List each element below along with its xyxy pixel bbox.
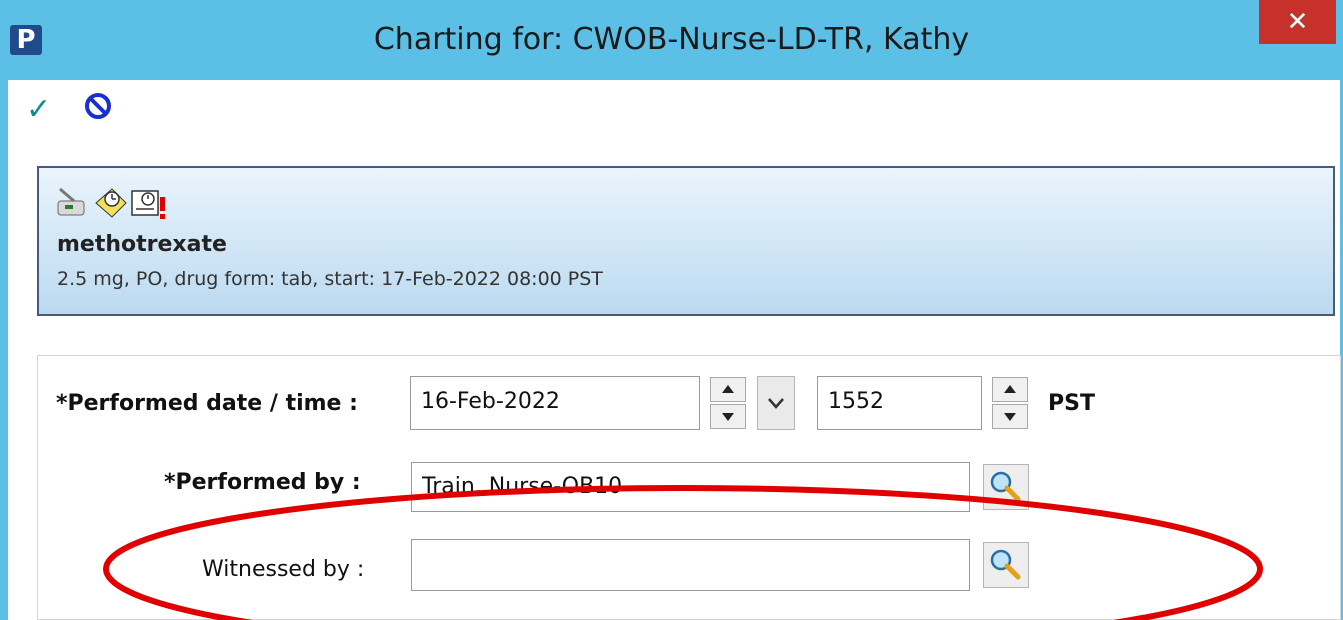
order-status-icons bbox=[57, 187, 165, 219]
witnessed-by-field[interactable] bbox=[411, 539, 970, 591]
performed-date-field[interactable]: 16-Feb-2022 bbox=[410, 376, 700, 430]
close-button[interactable]: ✕ bbox=[1259, 0, 1336, 44]
order-name: methotrexate bbox=[57, 232, 227, 257]
prohibited-icon[interactable] bbox=[84, 92, 112, 120]
title-bar[interactable]: P Charting for: CWOB-Nurse-LD-TR, Kathy … bbox=[0, 0, 1343, 80]
performed-by-search-button[interactable] bbox=[983, 464, 1029, 510]
magnifier-icon bbox=[990, 549, 1021, 580]
review-required-icon bbox=[131, 190, 165, 219]
date-spin-up-button[interactable] bbox=[710, 377, 746, 402]
performed-time-spinner[interactable] bbox=[992, 377, 1028, 429]
order-summary-panel bbox=[37, 166, 1335, 316]
order-details: 2.5 mg, PO, drug form: tab, start: 17-Fe… bbox=[57, 268, 603, 290]
timezone-label: PST bbox=[1048, 391, 1095, 416]
check-icon[interactable]: ✓ bbox=[26, 92, 51, 127]
window-title: Charting for: CWOB-Nurse-LD-TR, Kathy bbox=[373, 22, 970, 57]
window-frame-left bbox=[0, 0, 8, 620]
date-dropdown-button[interactable] bbox=[757, 376, 795, 430]
witnessed-by-label: Witnessed by : bbox=[202, 557, 365, 582]
performed-time-field[interactable]: 1552 bbox=[817, 376, 982, 430]
time-spin-up-button[interactable] bbox=[992, 377, 1028, 402]
performed-by-label: *Performed by : bbox=[164, 470, 361, 495]
mortar-pestle-icon bbox=[57, 187, 85, 216]
witnessed-by-search-button[interactable] bbox=[983, 542, 1029, 588]
performed-date-spinner[interactable] bbox=[710, 377, 746, 429]
performed-datetime-label: *Performed date / time : bbox=[56, 391, 358, 416]
performed-by-field[interactable]: Train, Nurse-OB10 bbox=[411, 462, 970, 512]
time-spin-down-button[interactable] bbox=[992, 404, 1028, 429]
magnifier-icon bbox=[990, 471, 1021, 502]
clock-note-icon bbox=[95, 188, 127, 218]
chevron-down-icon bbox=[768, 398, 784, 409]
date-spin-down-button[interactable] bbox=[710, 404, 746, 429]
